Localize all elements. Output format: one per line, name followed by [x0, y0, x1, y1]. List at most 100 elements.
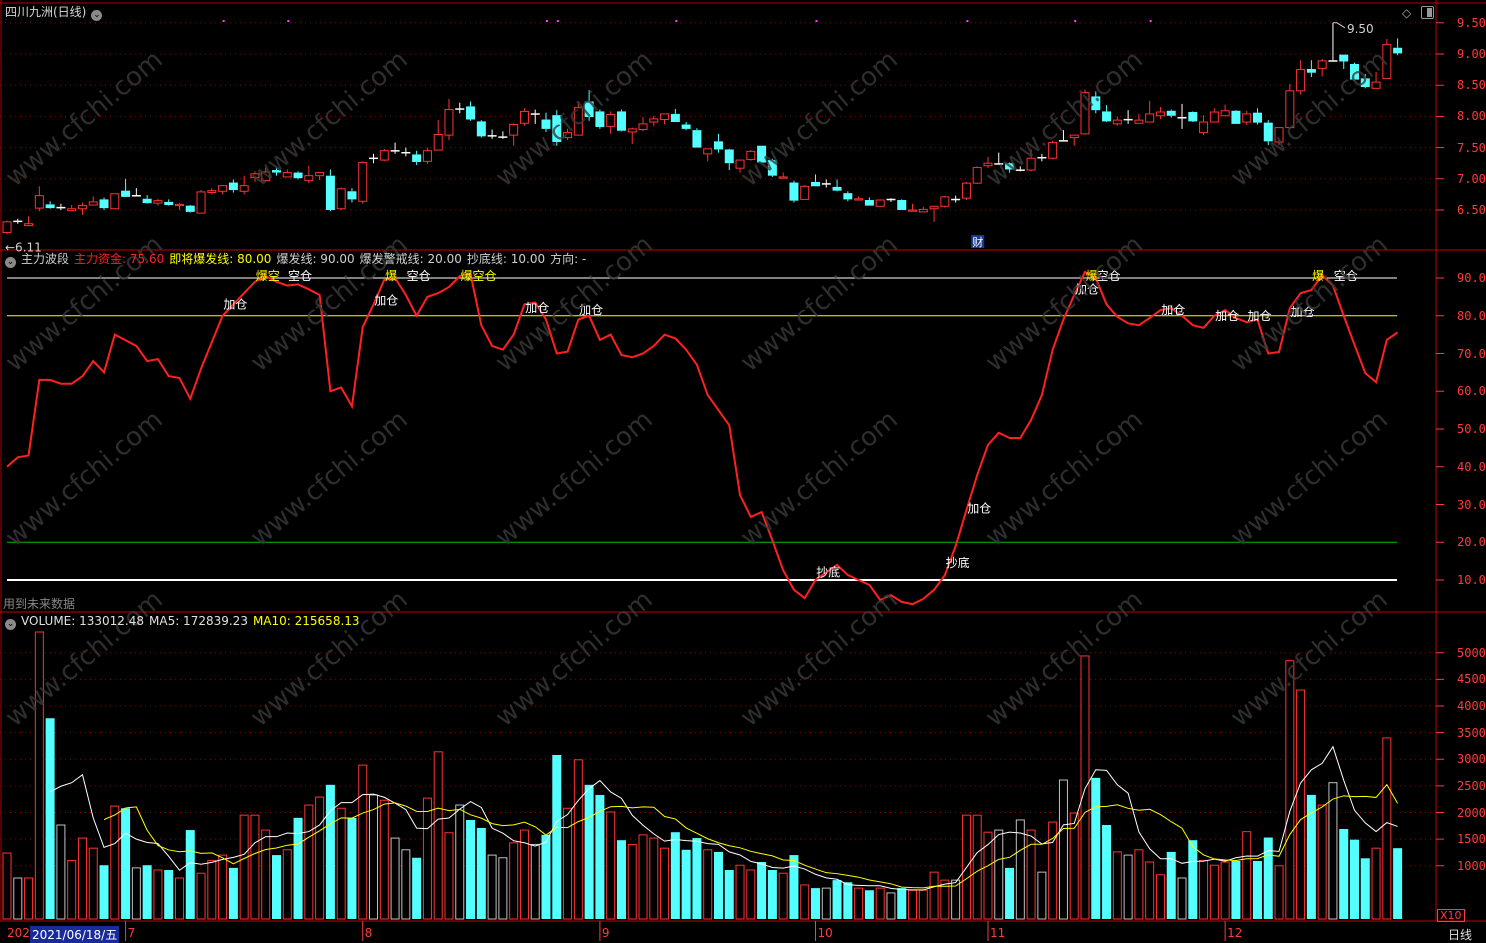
candle: [606, 111, 616, 134]
candle: [228, 179, 238, 193]
chevron-down-icon[interactable]: ⌄: [5, 257, 16, 268]
candle: [670, 108, 680, 123]
panel-toggle-icon[interactable]: [1421, 6, 1434, 19]
candle: [250, 171, 260, 182]
candle-body: [110, 193, 120, 210]
volume-axis-label: 40000: [1457, 699, 1486, 713]
candle-body: [1220, 110, 1230, 117]
candle-body: [832, 186, 842, 191]
candle-body: [638, 123, 648, 131]
candle-body: [142, 198, 152, 204]
candle: [897, 199, 907, 210]
volume-bar: [1285, 660, 1295, 920]
indicator-value: 方向: -: [550, 252, 587, 266]
candle: [875, 199, 885, 207]
candle: [444, 98, 454, 141]
candle: [1091, 91, 1101, 114]
volume-bar: [886, 892, 896, 920]
volume-bar: [584, 784, 594, 919]
candle-body: [929, 205, 939, 210]
candle-body: [713, 141, 723, 150]
volume-bar: [1296, 689, 1306, 920]
signal-marker-dot: [546, 20, 548, 22]
candle: [638, 117, 648, 132]
volume-bar: [1005, 867, 1015, 919]
candle: [649, 115, 659, 127]
candle-body: [1285, 90, 1295, 129]
volume-bar: [110, 805, 120, 920]
volume-bar: [444, 832, 454, 920]
signal-marker-dot: [287, 20, 290, 22]
candle: [627, 127, 637, 144]
indicator-axis-label: 60.00: [1457, 384, 1486, 399]
volume-bar: [476, 827, 486, 919]
chevron-down-icon[interactable]: ⌄: [5, 619, 16, 630]
candle: [1005, 162, 1015, 173]
candle: [239, 175, 249, 195]
price-axis-label: 7.50: [1457, 140, 1486, 155]
chevron-down-icon[interactable]: ⌄: [91, 10, 103, 21]
candle: [422, 147, 432, 164]
candle: [1393, 38, 1403, 56]
candle-body: [584, 101, 594, 118]
signal-marker-dot: [815, 20, 818, 22]
volume-multiplier: X10: [1437, 909, 1465, 922]
candle: [1252, 108, 1262, 125]
volume-bar: [282, 849, 292, 920]
candle: [315, 172, 325, 181]
volume-bar: [498, 857, 508, 920]
candle: [703, 148, 713, 162]
stock-chart[interactable]: ←6.119.50财加仓爆空 空仓加仓爆 空仓 爆空仓加仓 加仓抄底抄底加仓加仓爆空仓加…: [0, 0, 1486, 941]
volume-bar: [994, 829, 1004, 920]
volume-bar: [509, 842, 519, 920]
candle-body: [811, 181, 820, 187]
diamond-icon[interactable]: ◇: [1402, 6, 1411, 20]
volume-bar: [573, 759, 583, 920]
candle-body: [757, 145, 767, 163]
stock-title: 四川九洲(日线): [5, 5, 87, 19]
candle-body: [1199, 121, 1209, 134]
candle: [811, 174, 820, 187]
volume-axis-label: 25000: [1457, 778, 1486, 793]
volume-bar: [1177, 877, 1187, 920]
volume-bar: [1263, 837, 1273, 919]
volume-bar: [1058, 779, 1068, 920]
volume-bar: [2, 852, 12, 920]
candle: [929, 205, 939, 222]
signal-label: 加仓: [1215, 309, 1239, 323]
candle: [1026, 149, 1036, 172]
candle: [466, 101, 476, 121]
candle-body: [660, 113, 670, 121]
candle-body: [541, 119, 551, 129]
candle-body: [422, 150, 432, 162]
candle: [218, 185, 228, 195]
candle-body: [282, 172, 292, 178]
candle-body: [854, 198, 864, 201]
volume-bar: [185, 830, 195, 919]
candle: [864, 197, 874, 206]
volume-bar: [401, 849, 411, 920]
candle-body: [681, 124, 691, 129]
candle-body: [121, 190, 131, 197]
candle: [616, 109, 626, 132]
candle-body: [1360, 78, 1370, 88]
volume-bar: [56, 824, 66, 920]
candle-body: [455, 108, 465, 110]
candle: [1285, 83, 1295, 129]
volume-bar: [390, 837, 400, 920]
candle-body: [487, 135, 497, 137]
candle-body: [1188, 112, 1198, 122]
candle-body: [1371, 81, 1381, 89]
volume-bar: [660, 847, 670, 920]
candle: [1037, 153, 1047, 162]
candle: [1048, 140, 1058, 160]
volume-bar: [196, 872, 206, 920]
candle: [1350, 62, 1359, 81]
volume-bar: [1145, 861, 1155, 920]
candle: [530, 109, 540, 124]
period-label[interactable]: 日线: [1448, 926, 1472, 943]
candle-body: [67, 208, 77, 212]
candle: [358, 161, 368, 204]
volume-bar: [757, 862, 767, 919]
volume-bar: [1209, 864, 1219, 920]
